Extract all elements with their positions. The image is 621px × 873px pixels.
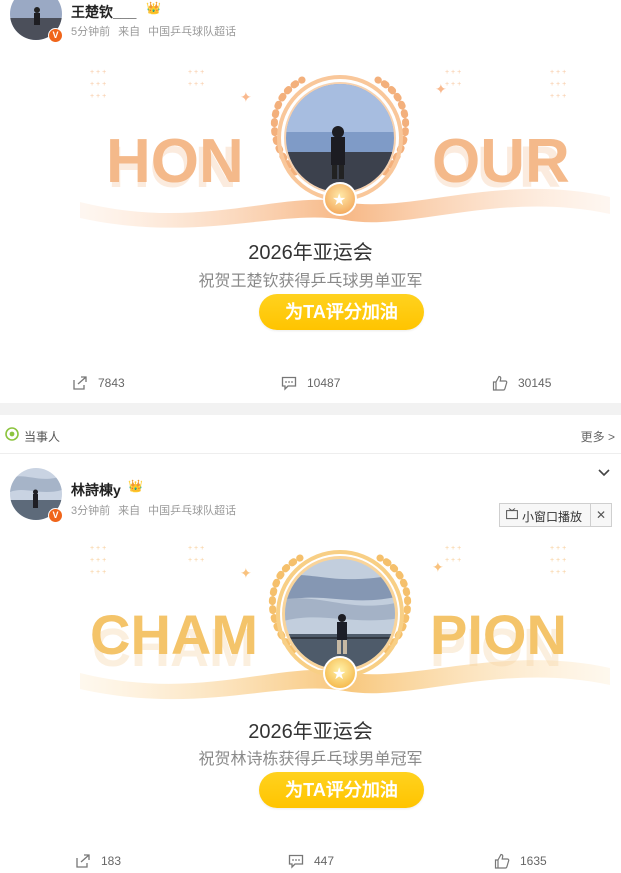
svg-text:+ + +: + + + [445,69,461,76]
post-actions: 7843 10487 30145 [0,372,621,394]
svg-text:+ + +: + + + [188,81,204,88]
svg-text:+ + +: + + + [188,69,204,76]
mini-player-button[interactable]: 小窗口播放 [522,508,582,525]
feed-divider [0,403,621,415]
svg-text:+ + +: + + + [90,93,106,100]
svg-text:+ + +: + + + [90,545,106,552]
close-icon[interactable]: ✕ [590,504,611,526]
source-prefix: 来自 [118,505,141,517]
svg-text:+ + +: + + + [445,81,461,88]
tv-icon [506,508,518,520]
comment-button[interactable]: 447 [288,850,334,872]
banner-word-left: CHAM [90,603,258,666]
post-meta: 3分钟前 来自 中国乒乓球队超话 [71,502,244,518]
weibo-post-2: V 林詩棟y 👑 3分钟前 来自 中国乒乓球队超话 + + + + + + + + + … [0,466,621,873]
svg-text:✦: ✦ [435,81,447,97]
thumbs-up-icon [492,375,508,391]
repost-icon [76,854,90,868]
more-link[interactable]: 更多 > [581,428,615,445]
crown-icon: 👑 [146,1,161,15]
champion-banner: + + + + + + + + + + + + + + + + + + + + + + … [80,545,610,700]
banner-word-left: HON [106,127,244,196]
svg-text:★: ★ [332,192,346,209]
svg-text:+ + +: + + + [90,81,106,88]
svg-text:+ + +: + + + [550,545,566,552]
repost-button[interactable]: 183 [75,850,121,872]
svg-text:+ + +: + + + [550,81,566,88]
event-title: 2026年亚运会 [248,242,373,264]
cheer-button[interactable]: 为TA评分加油 [259,294,424,330]
source-link[interactable]: 中国乒乓球队超话 [148,26,236,38]
svg-text:+ + +: + + + [445,557,461,564]
event-subtitle: 祝贺林诗栋获得乒乓球男单冠军 [198,751,423,768]
svg-text:✦: ✦ [432,559,444,575]
crown-icon: 👑 [128,479,143,493]
topic-bar: 当事人 更多 > [0,415,621,454]
source-link[interactable]: 中国乒乓球队超话 [148,505,236,517]
comment-count: 447 [314,854,335,868]
source-prefix: 来自 [118,26,141,38]
event-title: 2026年亚运会 [248,721,373,743]
svg-text:+ + +: + + + [90,569,106,576]
repost-icon [73,376,87,390]
svg-text:+ + +: + + + [188,545,204,552]
chevron-down-icon[interactable] [597,466,611,480]
verified-badge-icon: V [48,508,63,523]
comment-button[interactable]: 10487 [281,372,340,394]
repost-button[interactable]: 7843 [72,372,125,394]
svg-text:+ + +: + + + [188,557,204,564]
svg-text:+ + +: + + + [90,557,106,564]
cheer-button[interactable]: 为TA评分加油 [259,772,424,808]
post-time[interactable]: 5分钟前 [71,26,110,38]
like-button[interactable]: 1635 [494,850,547,872]
svg-text:✦: ✦ [240,565,252,581]
username[interactable]: 王楚钦___ [71,2,136,22]
mini-player-popup: 小窗口播放 ✕ [499,503,612,527]
username[interactable]: 林詩棟y [71,480,121,500]
weibo-post-1: V 王楚钦___ 👑 5分钟前 来自 中国乒乓球队超话 + + + + + + + + … [0,0,621,403]
post-meta: 5分钟前 来自 中国乒乓球队超话 [71,23,244,39]
topic-label: 当事人 [24,430,61,444]
banner-word-right: OUR [432,127,570,196]
like-count: 30145 [518,376,552,390]
comment-count: 10487 [307,376,341,390]
verified-badge-icon: V [48,28,63,43]
svg-text:+ + +: + + + [550,69,566,76]
comment-icon [281,376,297,391]
svg-text:+ + +: + + + [445,545,461,552]
svg-text:+ + +: + + + [550,93,566,100]
like-count: 1635 [520,854,547,868]
thumbs-up-icon [494,853,510,869]
post-time[interactable]: 3分钟前 [71,505,110,517]
svg-text:+ + +: + + + [550,569,566,576]
post-actions: 183 447 1635 [0,850,621,872]
repost-count: 183 [101,854,122,868]
comment-icon [288,854,304,869]
location-pin-icon [5,427,19,441]
svg-text:✦: ✦ [240,89,252,105]
banner-word-right: PION [430,603,567,666]
event-subtitle: 祝贺王楚钦获得乒乓球男单亚军 [198,273,423,290]
like-button[interactable]: 30145 [492,372,551,394]
svg-text:+ + +: + + + [550,557,566,564]
svg-text:★: ★ [332,666,346,683]
svg-text:+ + +: + + + [90,69,106,76]
repost-count: 7843 [98,376,125,390]
honour-banner: + + + + + + + + + + + + + + + + + + + + + + … [80,69,610,228]
